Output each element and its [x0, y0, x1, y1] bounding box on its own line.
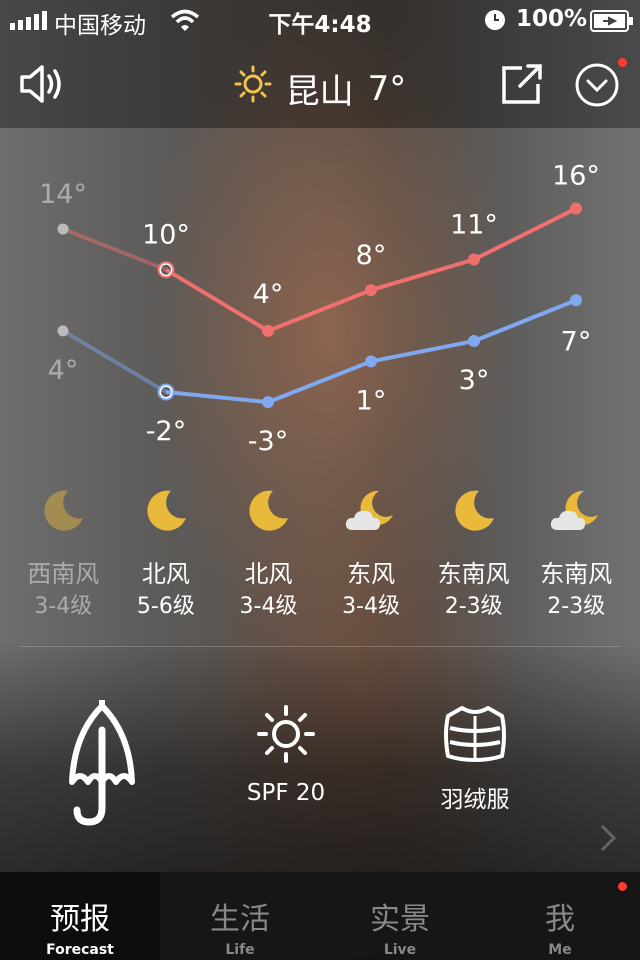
notification-dot — [618, 58, 627, 67]
temp-point — [570, 294, 582, 307]
tab-bar: 预报 Forecast 生活 Life 实景 Live 我 Me — [0, 872, 640, 960]
tip-sunscreen[interactable]: SPF 20 — [206, 704, 366, 806]
current-temp: 7° — [367, 68, 407, 109]
high-temp-label: 16° — [552, 161, 600, 192]
wind-level: 5-6级 — [136, 594, 195, 619]
status-bar: 中国移动 下午4:48 100% — [0, 0, 640, 40]
tab-life[interactable]: 生活 Life — [160, 872, 320, 960]
moon-icon — [451, 482, 497, 540]
tab-live[interactable]: 实景 Live — [320, 872, 480, 960]
notification-dot — [618, 882, 627, 891]
moon-cloud-icon — [343, 482, 399, 540]
battery-charging-icon — [590, 10, 634, 38]
top-bar: 昆山 7° — [0, 40, 640, 128]
temperature-chart: 14° 10° 4° 8° 11° 16° 4° -2° -3° 1° 3° 7° — [0, 128, 640, 468]
temp-point — [365, 284, 377, 297]
low-temp-label: -2° — [146, 416, 186, 447]
tab-forecast[interactable]: 预报 Forecast — [0, 872, 160, 960]
moon-icon — [40, 482, 86, 540]
sun-icon — [234, 65, 272, 112]
moon-icon — [143, 482, 189, 540]
tab-label: 预报 — [50, 902, 110, 937]
temp-point — [468, 253, 480, 266]
temp-point-past — [57, 325, 69, 337]
moon-icon — [245, 482, 291, 540]
forecast-days: 西南风 3-4级 北风 5-6级 北风 3-4级 东风 3-4级 东南风 2-3… — [12, 482, 628, 620]
high-temp-label: 4° — [253, 279, 284, 310]
wind-direction: 东南风 — [437, 560, 510, 588]
tab-sublabel: Me — [548, 942, 572, 958]
tab-label: 生活 — [210, 902, 270, 937]
tip-clothing[interactable]: 羽绒服 — [395, 704, 555, 814]
temp-point — [468, 335, 480, 348]
wind-direction: 北风 — [244, 560, 293, 588]
wind-level: 3-4级 — [342, 594, 401, 619]
chevron-right-icon[interactable] — [598, 822, 618, 858]
wind-level: 2-3级 — [547, 594, 606, 619]
high-temp-label: 10° — [142, 220, 190, 251]
forecast-day[interactable]: 东南风 2-3级 — [422, 482, 525, 620]
temp-point — [262, 396, 274, 409]
share-icon[interactable] — [498, 62, 546, 110]
temperature-chart-svg: 14° 10° 4° 8° 11° 16° 4° -2° -3° 1° 3° 7° — [39, 161, 600, 458]
wind-level: 3-4级 — [239, 594, 298, 619]
high-temp-label: 11° — [450, 210, 498, 241]
forecast-day[interactable]: 东南风 2-3级 — [525, 482, 628, 620]
wind-direction: 东南风 — [540, 560, 613, 588]
low-temp-label: 7° — [561, 326, 592, 357]
high-temp-label: 14° — [39, 179, 87, 210]
forecast-day[interactable]: 东风 3-4级 — [320, 482, 423, 620]
forecast-day[interactable]: 西南风 3-4级 — [12, 482, 115, 620]
wind-direction: 西南风 — [27, 560, 100, 588]
forecast-day[interactable]: 北风 5-6级 — [115, 482, 218, 620]
clothing-label: 羽绒服 — [440, 787, 510, 813]
temp-point — [262, 324, 274, 337]
sunscreen-label: SPF 20 — [246, 780, 326, 806]
low-temp-label: 4° — [48, 355, 79, 386]
temp-point — [365, 355, 377, 368]
umbrella-icon[interactable] — [62, 697, 142, 834]
sun-outline-icon — [256, 705, 316, 768]
tab-sublabel: Life — [225, 942, 255, 958]
wind-direction: 北风 — [141, 560, 190, 588]
high-temp-label: 8° — [356, 240, 387, 271]
battery-percent: 100% — [516, 6, 588, 32]
tab-label: 我 — [545, 902, 575, 937]
tab-label: 实景 — [370, 902, 430, 937]
wind-level: 3-4级 — [34, 594, 93, 619]
wind-level: 2-3级 — [444, 594, 503, 619]
wind-direction: 东风 — [347, 560, 396, 588]
low-temp-label: -3° — [248, 426, 288, 457]
tab-sublabel: Live — [383, 942, 417, 958]
chevron-down-circle-icon[interactable] — [574, 62, 620, 112]
tab-me[interactable]: 我 Me — [480, 872, 640, 960]
low-temp-line-past — [61, 329, 168, 394]
forecast-day[interactable]: 北风 3-4级 — [217, 482, 320, 620]
down-jacket-icon — [440, 706, 510, 768]
tab-sublabel: Forecast — [46, 942, 114, 958]
alarm-icon — [484, 9, 506, 37]
low-temp-label: 3° — [459, 365, 490, 396]
section-divider — [20, 646, 620, 647]
city-name: 昆山 — [285, 72, 354, 112]
temp-point-past — [57, 223, 69, 235]
moon-cloud-icon — [548, 482, 604, 540]
low-temp-label: 1° — [356, 385, 387, 416]
temp-point — [570, 202, 582, 215]
